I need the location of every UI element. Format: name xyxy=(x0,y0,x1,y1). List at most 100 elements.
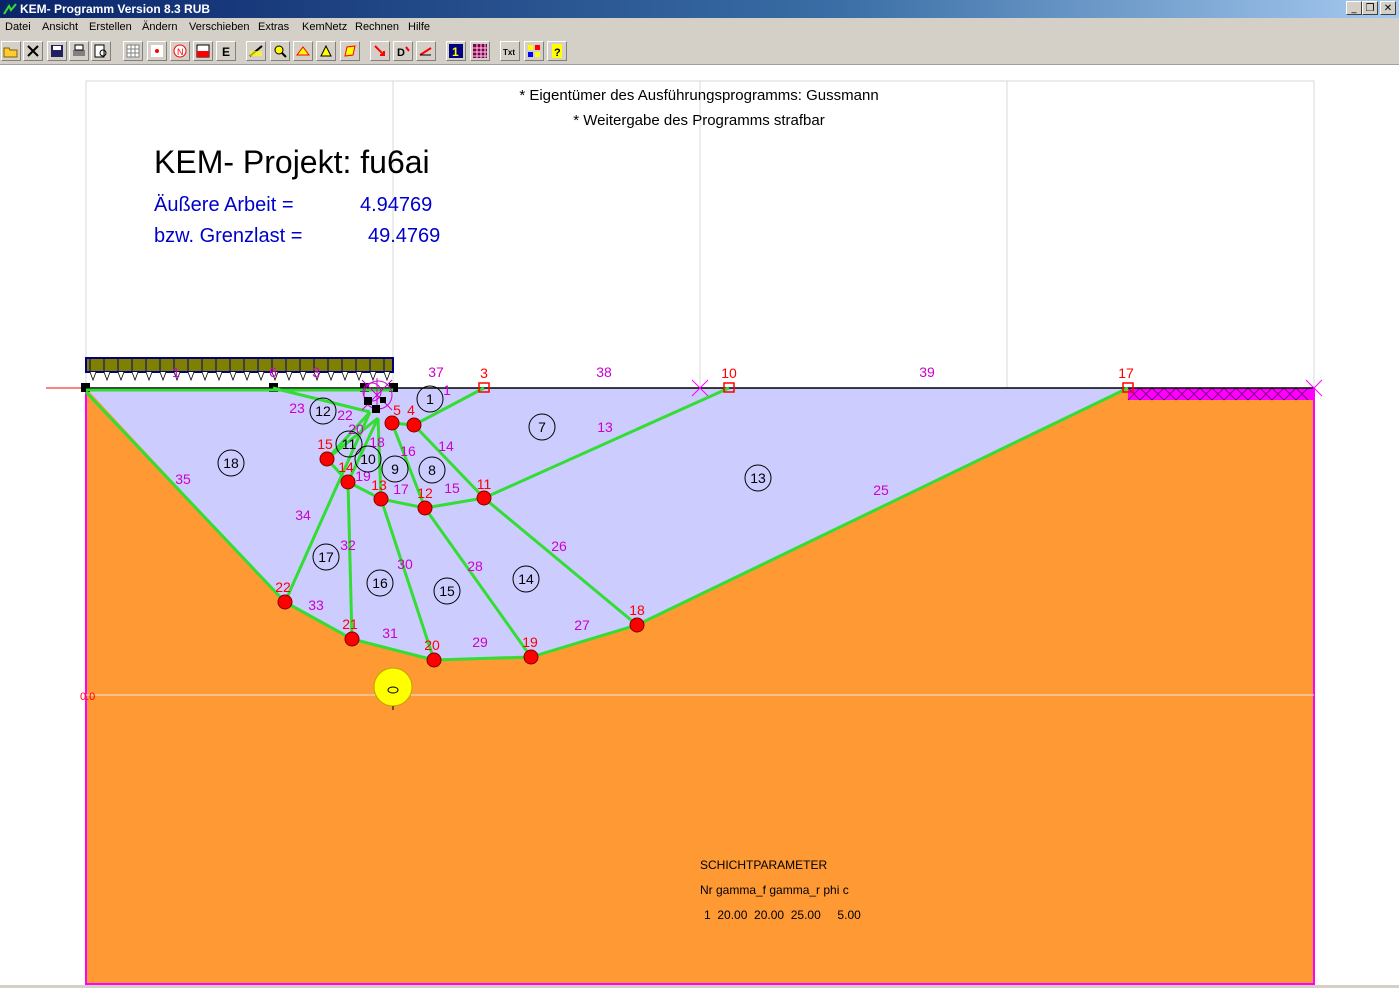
grid-icon[interactable] xyxy=(123,41,143,61)
menu-kemnetz[interactable]: KemNetz xyxy=(302,21,347,33)
edge-18-label: 18 xyxy=(369,434,385,450)
svg-text:7: 7 xyxy=(538,419,546,435)
edge-20-label: 20 xyxy=(348,421,364,437)
svg-text:1: 1 xyxy=(426,391,434,407)
edge-39-label: 39 xyxy=(919,364,935,380)
edge-35-label: 35 xyxy=(175,471,191,487)
edge-16-label: 16 xyxy=(400,443,416,459)
menu-ansicht[interactable]: Ansicht xyxy=(42,21,78,33)
node-17-label: 17 xyxy=(1118,365,1134,381)
color-grid-icon[interactable] xyxy=(524,41,544,61)
svg-text:Txt: Txt xyxy=(503,48,515,57)
edge-29-label: 29 xyxy=(472,634,488,650)
e-modulus-icon[interactable]: E xyxy=(216,41,236,61)
edge-34-label: 34 xyxy=(295,507,311,523)
menu-aendern[interactable]: Ändern xyxy=(142,21,177,33)
close-window-button[interactable]: ✕ xyxy=(1380,1,1396,15)
mesh-view-icon[interactable] xyxy=(470,41,490,61)
node-10-label: 10 xyxy=(721,365,737,381)
layer-icon[interactable] xyxy=(193,41,213,61)
node-4-label: 4 xyxy=(407,402,415,418)
svg-text:16: 16 xyxy=(372,575,388,591)
menu-bar: Datei Ansicht Erstellen Ändern Verschieb… xyxy=(0,18,1399,38)
svg-text:9: 9 xyxy=(391,461,399,477)
save-icon[interactable] xyxy=(47,41,67,61)
edge-13-label: 13 xyxy=(597,419,613,435)
edge-1-label: 1 xyxy=(443,382,451,398)
svg-text:12: 12 xyxy=(315,403,331,419)
node-n-icon[interactable]: N xyxy=(170,41,190,61)
svg-text:18: 18 xyxy=(223,455,239,471)
open-folder-icon[interactable] xyxy=(1,41,21,61)
edge-31-label: 31 xyxy=(382,625,398,641)
node-19-label: 19 xyxy=(522,634,538,650)
vector-icon[interactable] xyxy=(416,41,436,61)
params-row: 1 20.00 20.00 25.00 5.00 xyxy=(704,908,861,922)
edge-17-label: 17 xyxy=(393,481,409,497)
menu-extras[interactable]: Extras xyxy=(258,21,289,33)
svg-text:10: 10 xyxy=(360,451,376,467)
view-1-icon[interactable]: 1 xyxy=(446,41,466,61)
text-icon[interactable]: Txt xyxy=(500,41,520,61)
notice-copyright: * Weitergabe des Programms strafbar xyxy=(573,112,825,129)
svg-text:14: 14 xyxy=(518,571,534,587)
window-title: KEM- Programm Version 8.3 RUB xyxy=(20,2,211,16)
line-icon[interactable] xyxy=(246,41,266,61)
edge-26-label: 26 xyxy=(551,538,567,554)
node-20-label: 20 xyxy=(424,637,440,653)
triangle-icon[interactable] xyxy=(316,41,336,61)
polygon-icon[interactable] xyxy=(340,41,360,61)
edge-27-label: 27 xyxy=(574,617,590,633)
edge-28-label: 28 xyxy=(467,558,483,574)
node-21-label: 21 xyxy=(342,616,358,632)
edge-19-label: 19 xyxy=(355,468,371,484)
close-icon[interactable] xyxy=(23,41,43,61)
print-preview-icon[interactable] xyxy=(91,41,111,61)
menu-datei[interactable]: Datei xyxy=(5,21,31,33)
menu-hilfe[interactable]: Hilfe xyxy=(408,21,430,33)
edge-33-label: 33 xyxy=(308,597,324,613)
menu-verschieben[interactable]: Verschieben xyxy=(189,21,250,33)
edge-25-label: 25 xyxy=(873,482,889,498)
origin-label: 0.0 xyxy=(80,691,95,703)
node-13-label: 13 xyxy=(371,477,387,493)
minimize-button[interactable]: _ xyxy=(1346,1,1362,15)
edge-14-label: 14 xyxy=(438,438,454,454)
node-15-label: 15 xyxy=(317,436,333,452)
edge-15-label: 15 xyxy=(444,480,460,496)
node-22-label: 22 xyxy=(275,579,291,595)
d-load-icon[interactable]: D xyxy=(393,41,413,61)
params-title: SCHICHTPARAMETER xyxy=(700,858,827,872)
arrow-load-icon[interactable] xyxy=(370,41,390,61)
foundation-load xyxy=(81,357,398,392)
node-14-label: 14 xyxy=(338,459,354,475)
menu-erstellen[interactable]: Erstellen xyxy=(89,21,132,33)
svg-text:3: 3 xyxy=(312,364,320,380)
edge-22-label: 22 xyxy=(337,407,353,423)
zoom-icon[interactable] xyxy=(270,41,290,61)
work-value: 4.94769 xyxy=(360,194,432,216)
svg-text:N: N xyxy=(177,47,184,57)
project-title: KEM- Projekt: fu6ai xyxy=(154,144,430,180)
work-label: Äußere Arbeit = xyxy=(154,194,294,216)
svg-text:D: D xyxy=(397,47,405,59)
restore-button[interactable]: ❐ xyxy=(1362,1,1378,15)
limit-value: 49.4769 xyxy=(368,225,440,247)
print-icon[interactable] xyxy=(69,41,89,61)
svg-text:17: 17 xyxy=(318,549,334,565)
params-header: Nr gamma_f gamma_r phi c xyxy=(700,883,849,897)
drawing-canvas[interactable]: 3 10 17 11 12 13 14 15 18 19 20 21 22 4 … xyxy=(0,65,1399,988)
svg-text:1: 1 xyxy=(172,364,180,380)
fill-icon[interactable] xyxy=(293,41,313,61)
app-icon xyxy=(3,3,17,15)
point-icon[interactable] xyxy=(147,41,167,61)
svg-text:8: 8 xyxy=(428,462,436,478)
edge-38-label: 38 xyxy=(596,364,612,380)
help-icon[interactable]: ? xyxy=(547,41,567,61)
surcharge-strip xyxy=(1127,387,1314,401)
node-3-label: 3 xyxy=(480,365,488,381)
svg-text:15: 15 xyxy=(439,583,455,599)
edge-30-label: 30 xyxy=(397,556,413,572)
notice-owner: * Eigentümer des Ausführungsprogramms: G… xyxy=(519,87,878,104)
menu-rechnen[interactable]: Rechnen xyxy=(355,21,399,33)
